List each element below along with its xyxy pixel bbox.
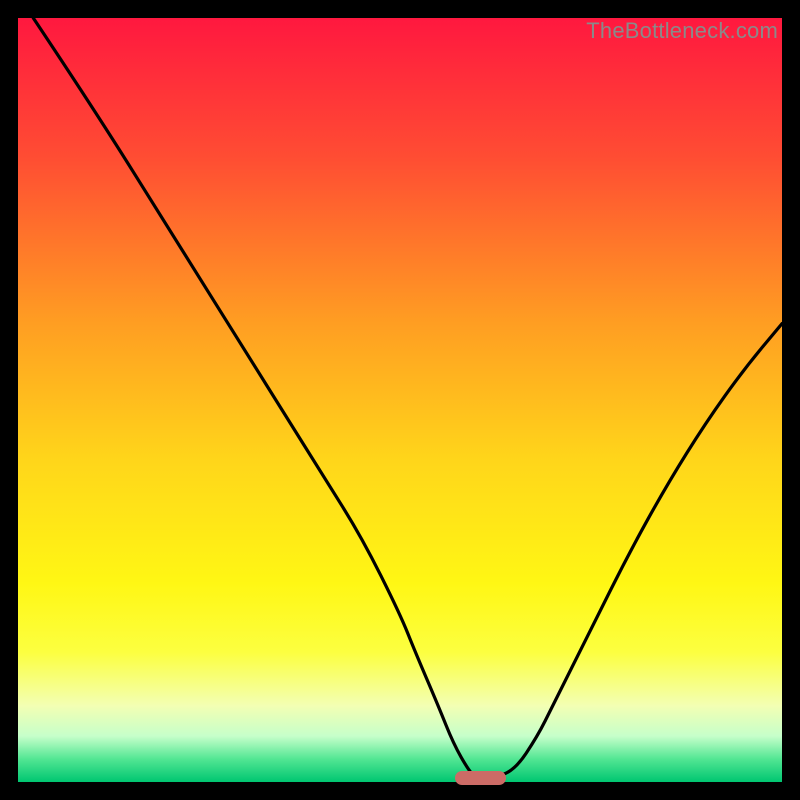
optimal-marker <box>455 771 506 785</box>
attribution-text: TheBottleneck.com <box>586 18 778 44</box>
chart-plot <box>18 18 782 782</box>
chart-container: TheBottleneck.com <box>18 18 782 782</box>
gradient-background <box>18 18 782 782</box>
